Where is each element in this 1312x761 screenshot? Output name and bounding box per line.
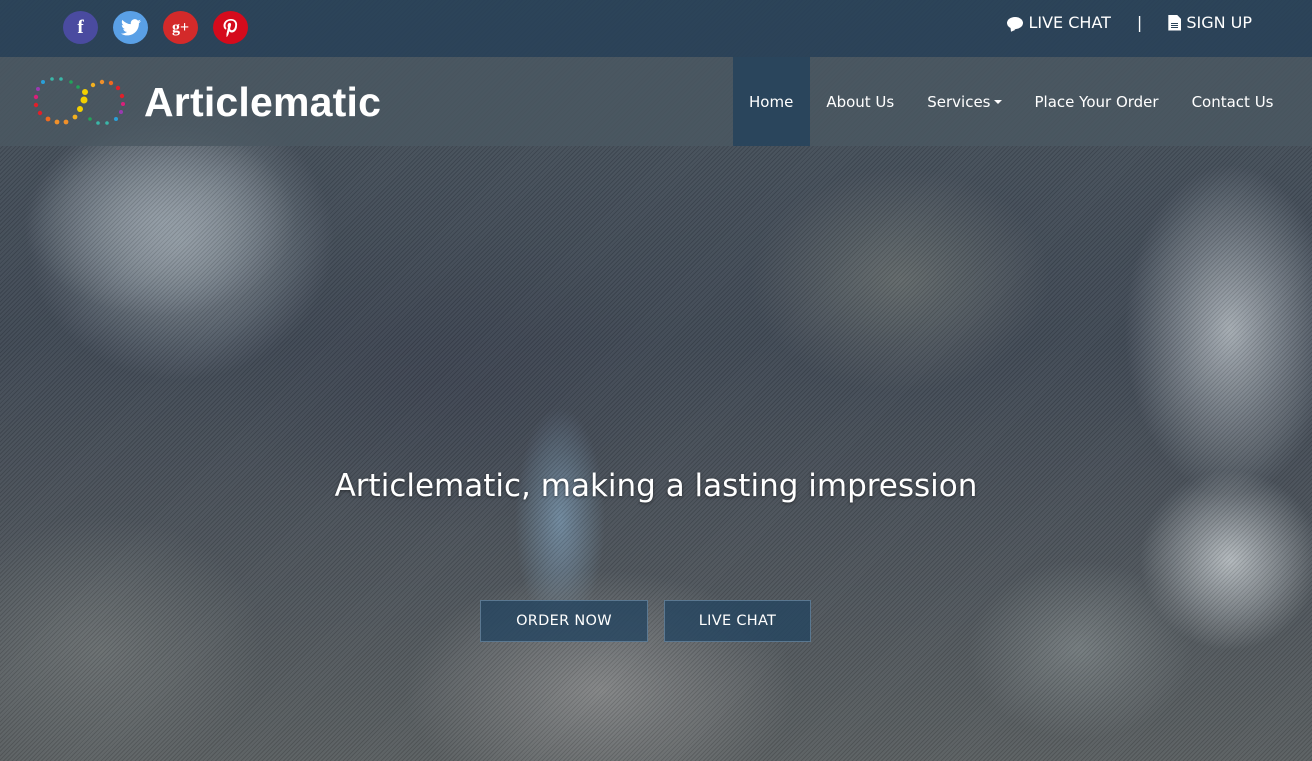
hero-buttons: ORDER NOW LIVE CHAT: [480, 600, 811, 642]
file-text-icon: [1168, 14, 1182, 31]
top-bar: f g+ LIVE CHAT | SIGN UP: [0, 0, 1312, 57]
comment-icon: [1007, 16, 1024, 29]
nav-item-home[interactable]: Home: [732, 57, 810, 146]
nav-item-label: About Us: [826, 92, 895, 111]
nav-item-contact-us[interactable]: Contact Us: [1175, 57, 1290, 146]
google-plus-icon[interactable]: g+: [163, 11, 198, 44]
nav-item-about-us[interactable]: About Us: [810, 57, 911, 146]
pinterest-icon[interactable]: [213, 11, 248, 44]
nav-item-label: Contact Us: [1191, 92, 1274, 111]
brand-name: Articlematic: [144, 78, 382, 125]
social-links: f g+: [63, 11, 248, 44]
top-links: LIVE CHAT | SIGN UP: [1007, 13, 1252, 32]
infinity-dots-logo-icon: [33, 77, 125, 125]
nav-item-place-your-order[interactable]: Place Your Order: [1018, 57, 1175, 146]
nav-item-label: Services: [927, 92, 991, 111]
top-links-separator: |: [1136, 13, 1143, 32]
top-live-chat-label: LIVE CHAT: [1028, 13, 1111, 32]
twitter-icon[interactable]: [113, 11, 148, 44]
sign-up-label: SIGN UP: [1186, 13, 1252, 32]
pinterest-p-icon: [223, 18, 237, 37]
live-chat-button[interactable]: LIVE CHAT: [664, 600, 811, 642]
order-now-button[interactable]: ORDER NOW: [480, 600, 648, 642]
twitter-bird-icon: [120, 19, 141, 36]
nav-item-label: Home: [749, 92, 794, 111]
nav-menu: Home About Us Services Place Your Order …: [732, 57, 1290, 146]
sign-up-link[interactable]: SIGN UP: [1168, 13, 1252, 32]
caret-down-icon: [993, 99, 1002, 104]
hero-tagline: Articlematic, making a lasting impressio…: [334, 468, 978, 504]
brand-logo[interactable]: Articlematic: [18, 73, 381, 131]
top-live-chat-link[interactable]: LIVE CHAT: [1007, 13, 1111, 32]
nav-item-label: Place Your Order: [1034, 92, 1159, 111]
nav-item-services[interactable]: Services: [911, 57, 1018, 146]
main-navbar: Articlematic Home About Us Services Plac…: [0, 57, 1312, 146]
facebook-icon[interactable]: f: [63, 11, 98, 44]
